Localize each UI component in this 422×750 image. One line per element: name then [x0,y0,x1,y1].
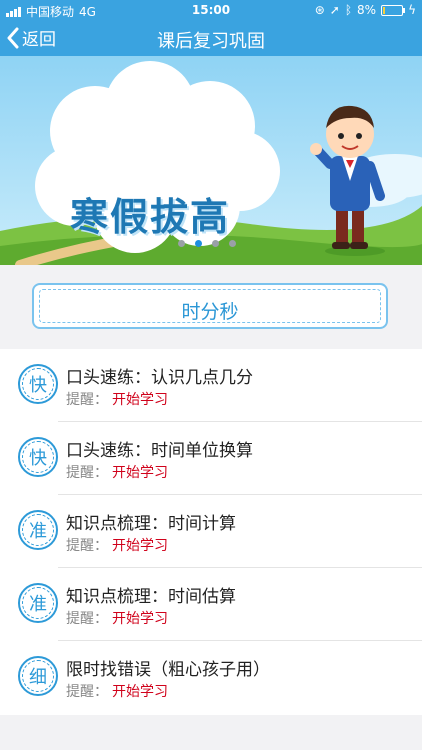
bluetooth-icon: ᛒ [344,3,353,17]
start-learning-link[interactable]: 开始学习 [112,611,168,627]
start-learning-link[interactable]: 开始学习 [112,392,168,408]
list-item[interactable]: 快 口头速练：认识几点几分 提醒： 开始学习 [0,349,422,422]
lesson-badge-icon: 快 [18,364,58,404]
section-title: 时分秒 [181,301,239,323]
lesson-title: 知识点梳理：时间估算 [66,587,236,607]
lesson-badge-icon: 细 [18,656,58,696]
list-item[interactable]: 准 知识点梳理：时间计算 提醒： 开始学习 [0,495,422,568]
lesson-hint: 提醒： 开始学习 [66,684,168,700]
lesson-title: 口头速练：时间单位换算 [66,441,253,461]
lesson-hint: 提醒： 开始学习 [66,392,168,408]
lesson-hint: 提醒： 开始学习 [66,611,168,627]
lesson-title: 限时找错误（粗心孩子用） [66,660,270,680]
battery-icon [381,4,406,16]
status-right: ⊛ ➚ ᛒ 8% ϟ [315,3,416,17]
navigation-bar: 返回 课后复习巩固 [0,20,422,56]
start-learning-link[interactable]: 开始学习 [112,684,168,700]
lock-rotation-icon: ⊛ [314,3,325,17]
lesson-badge-icon: 快 [18,437,58,477]
carousel-dots [178,240,236,247]
status-bar: 中国移动 4G 15:00 ⊛ ➚ ᛒ 8% ϟ [0,0,422,20]
carousel-dot[interactable] [229,240,236,247]
lesson-title: 口头速练：认识几点几分 [66,368,253,388]
list-item[interactable]: 准 知识点梳理：时间估算 提醒： 开始学习 [0,568,422,641]
location-icon: ➚ [329,3,340,17]
list-item[interactable]: 细 限时找错误（粗心孩子用） 提醒： 开始学习 [0,641,422,714]
lesson-title: 知识点梳理：时间计算 [66,514,236,534]
lesson-list: 快 口头速练：认识几点几分 提醒： 开始学习 快 口头速练：时间单位换算 提醒：开… [0,349,422,715]
lesson-hint: 提醒： 开始学习 [66,538,168,554]
charging-icon: ϟ [408,3,416,17]
battery-percent: 8% [357,3,377,17]
banner-carousel[interactable]: 寒假拔高 [0,56,422,265]
section-title-frame: 时分秒 [32,283,388,329]
carousel-dot[interactable] [178,240,185,247]
carousel-dot[interactable] [212,240,219,247]
lesson-badge-icon: 准 [18,510,58,550]
lesson-hint: 提醒： 开始学习 [66,465,168,481]
carousel-dot-active[interactable] [195,240,202,247]
banner-title: 寒假拔高 [70,195,231,239]
list-item[interactable]: 快 口头速练：时间单位换算 提醒： 开始学习 [0,422,422,495]
lesson-badge-icon: 准 [18,583,58,623]
page-title: 课后复习巩固 [157,31,265,52]
section-header: 时分秒 [0,265,422,349]
start-learning-link[interactable]: 开始学习 [112,538,168,554]
start-learning-link[interactable]: 开始学习 [112,465,168,481]
